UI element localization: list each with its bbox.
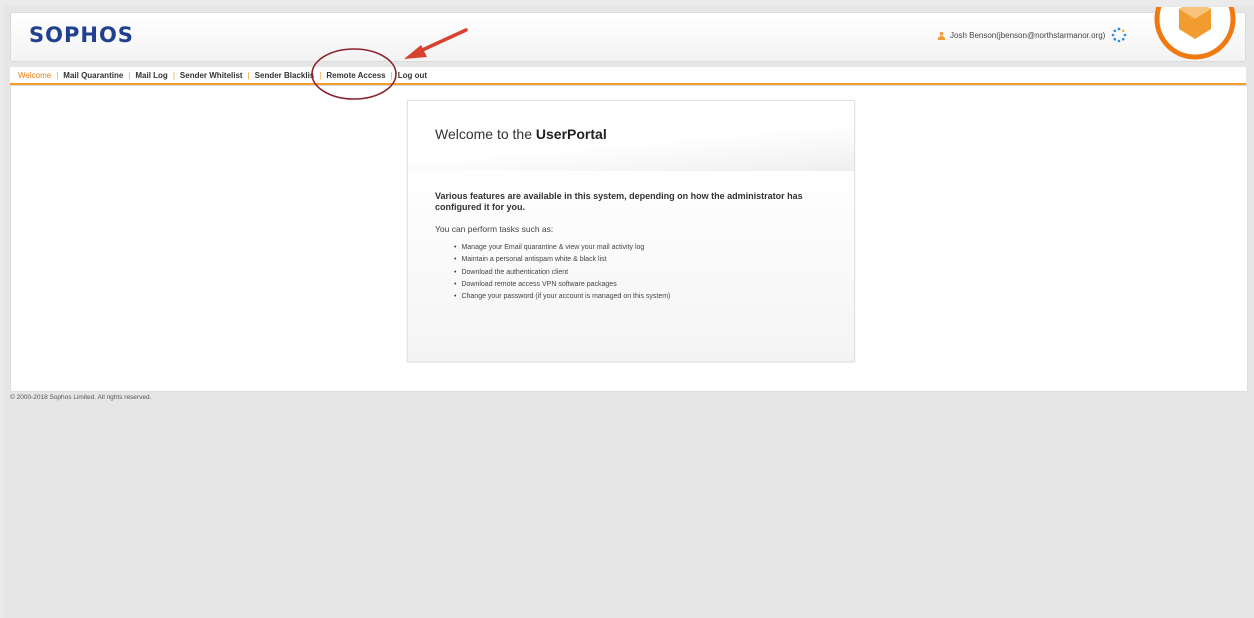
list-item: Change your password (if your account is… [454, 291, 670, 303]
top-navigation: Welcome | Mail Quarantine | Mail Log | S… [10, 67, 1246, 85]
welcome-title-prefix: Welcome to the [435, 126, 536, 142]
nav-separator: | [128, 71, 131, 80]
list-item: Download remote access VPN software pack… [454, 279, 670, 291]
task-list: Manage your Email quarantine & view your… [454, 242, 670, 303]
nav-sender-blacklist[interactable]: Sender Blacklis [255, 71, 315, 80]
welcome-card: Welcome to the UserPortal Various featur… [407, 100, 855, 362]
nav-mail-quarantine[interactable]: Mail Quarantine [63, 71, 123, 80]
loading-spinner-icon [1111, 27, 1127, 43]
nav-separator: | [172, 71, 175, 80]
nav-remote-access[interactable]: Remote Access [326, 71, 385, 80]
sophos-logo[interactable]: SOPHOS [29, 23, 134, 47]
list-item: Maintain a personal antispam white & bla… [454, 254, 670, 266]
nav-log-out[interactable]: Log out [398, 71, 427, 80]
nav-separator: | [247, 71, 250, 80]
tasks-label: You can perform tasks such as: [435, 224, 554, 234]
list-item: Download the authentication client [454, 267, 670, 279]
copyright: © 2000-2018 Sophos Limited. All rights r… [10, 394, 152, 401]
nav-mail-log[interactable]: Mail Log [135, 71, 167, 80]
header: SOPHOS Josh Benson(jbenson@northstarmano… [10, 7, 1246, 62]
nav-separator: | [319, 71, 322, 80]
nav-separator: | [56, 71, 59, 80]
main-content: Welcome to the UserPortal Various featur… [10, 85, 1248, 392]
user-name: Josh Benson(jbenson@northstarmanor.org) [950, 31, 1106, 40]
nav-separator: | [390, 71, 393, 80]
list-item: Manage your Email quarantine & view your… [454, 242, 670, 254]
welcome-intro: Various features are available in this s… [435, 191, 803, 212]
avatar-icon[interactable] [1151, 7, 1239, 63]
nav-sender-whitelist[interactable]: Sender Whitelist [180, 71, 243, 80]
welcome-title-product: UserPortal [535, 126, 607, 142]
user-icon [937, 31, 946, 40]
user-info: Josh Benson(jbenson@northstarmanor.org) [937, 31, 1105, 40]
nav-welcome[interactable]: Welcome [18, 71, 51, 80]
welcome-title: Welcome to the UserPortal [435, 126, 607, 142]
